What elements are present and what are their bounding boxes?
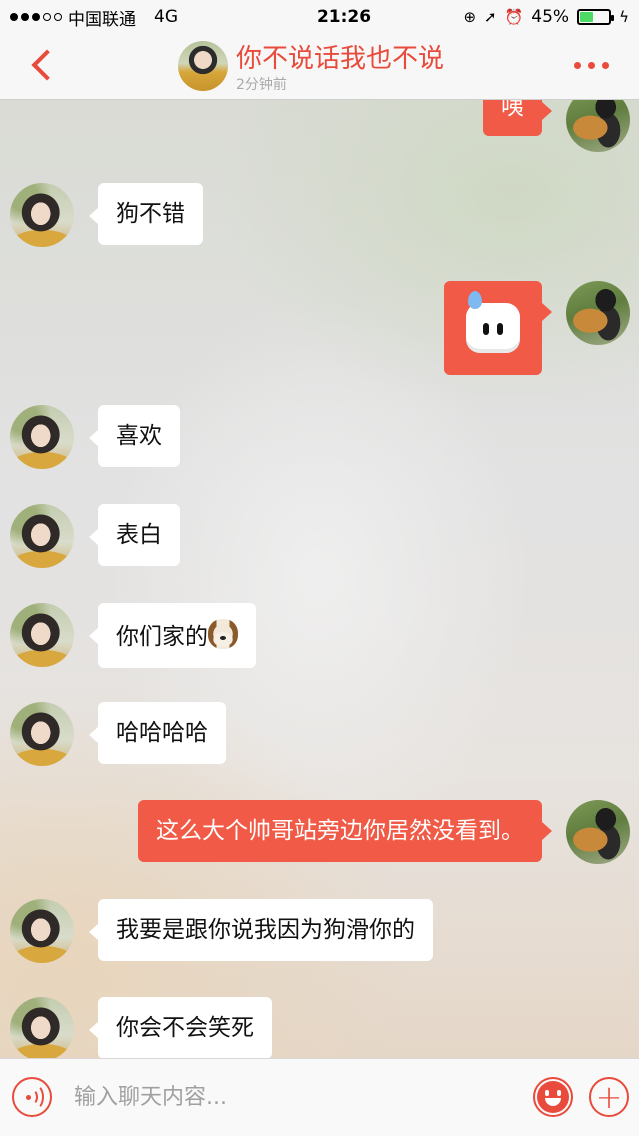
message-bubble[interactable]: 你们家的 [89,603,256,668]
message-composer: + [0,1058,639,1136]
emoji-picker-icon[interactable] [533,1077,573,1117]
message-bubble[interactable]: 你会不会笑死 [89,997,272,1058]
voice-input-icon[interactable] [12,1077,52,1117]
more-options-icon[interactable] [574,62,609,69]
message-bubble[interactable]: 哈哈哈哈 [89,702,226,764]
contact-avatar[interactable] [178,41,228,91]
clock: 21:26 [316,7,372,27]
message-bubble[interactable]: 我要是跟你说我因为狗滑你的 [89,899,433,961]
last-active-time: 2分钟前 [236,77,287,93]
orientation-lock-icon: ⊕ [463,8,477,26]
message-input[interactable] [74,1077,514,1117]
network-type: 4G [154,7,178,27]
status-bar: 中国联通 4G 21:26 ⊕ ➚ ⏰ 45% ϟ [0,0,639,34]
message-bubble[interactable]: 这么大个帅哥站旁边你居然没看到。 [138,800,552,862]
contact-avatar[interactable] [10,183,74,247]
alarm-clock-icon: ⏰ [504,8,524,26]
contact-avatar[interactable] [10,504,74,568]
message-bubble[interactable]: 咦 [483,100,552,136]
location-arrow-icon: ➚ [484,8,497,26]
contact-avatar[interactable] [10,405,74,469]
chat-header: 你不说话我也不说 2分钟前 [0,34,639,100]
battery-icon [577,9,615,25]
message-bubble[interactable]: 表白 [89,504,180,566]
contact-name: 你不说话我也不说 [236,44,445,74]
my-avatar[interactable] [566,281,630,345]
carrier-name: 中国联通 [68,9,136,30]
contact-avatar[interactable] [10,997,74,1058]
my-avatar[interactable] [566,100,630,152]
contact-avatar[interactable] [10,603,74,667]
charging-bolt-icon: ϟ [619,8,629,26]
contact-avatar[interactable] [10,899,74,963]
add-attachment-icon[interactable]: + [589,1077,629,1117]
message-bubble[interactable]: 喜欢 [89,405,180,467]
message-text: 你们家的 [116,624,208,650]
my-avatar[interactable] [566,800,630,864]
sticker-bubble[interactable] [444,281,552,375]
message-list[interactable]: 咦 狗不错 喜欢 表白 你们家的 哈哈哈哈 这么大个帅哥站旁边你居然没看到。 我… [0,100,639,1058]
battery-percent: 45% [531,7,570,27]
message-bubble[interactable]: 狗不错 [89,183,203,245]
signal-strength-icon [10,13,62,21]
dog-face-emoji-icon [208,619,238,649]
sweat-face-emoji-icon [466,291,520,353]
contact-avatar[interactable] [10,702,74,766]
back-arrow-icon[interactable] [22,44,62,84]
